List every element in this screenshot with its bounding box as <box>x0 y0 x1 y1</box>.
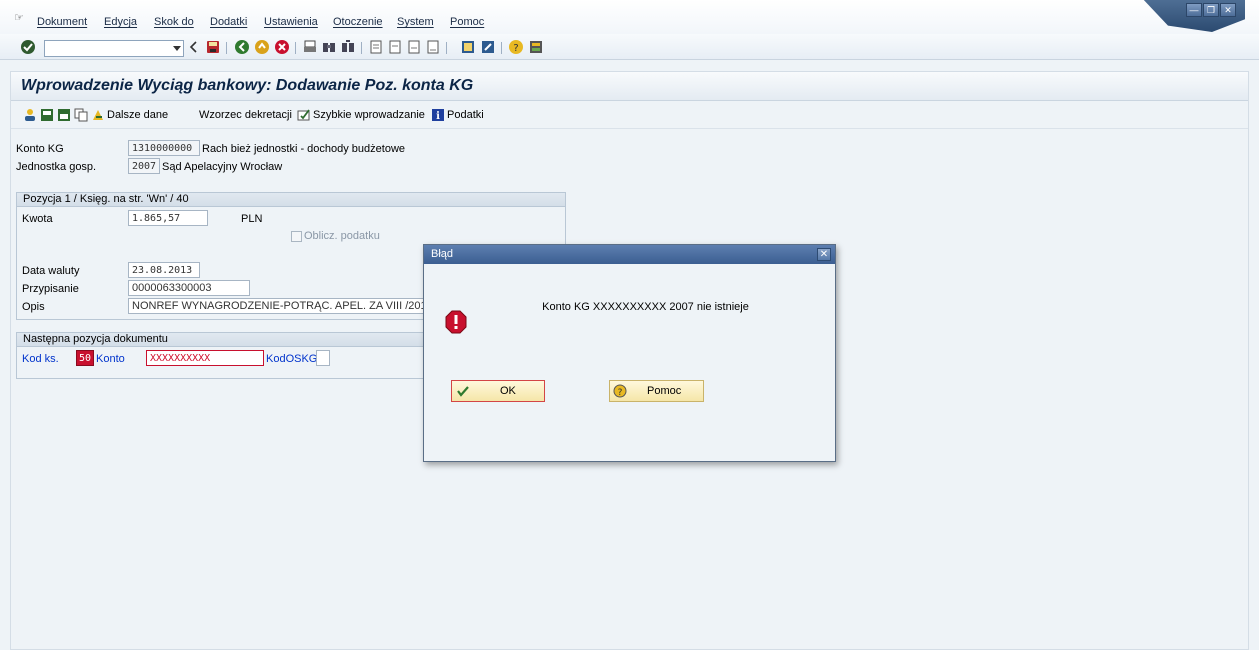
help-icon: ? <box>613 384 627 398</box>
save-icon[interactable] <box>205 39 221 55</box>
svg-text:?: ? <box>618 388 623 398</box>
jednostka-field[interactable]: 2007 <box>128 158 160 174</box>
oblicz-podatku-checkbox[interactable] <box>291 231 302 242</box>
exit-icon[interactable] <box>254 39 270 55</box>
toolbar-separator <box>226 42 227 54</box>
kod-ks-label: Kod ks. <box>22 353 59 365</box>
error-icon <box>445 310 467 334</box>
application-toolbar: Dalsze dane Wzorzec dekretacji Szybkie w… <box>11 101 1248 129</box>
menu-bar: ☞ Dokument Edycja Skok do Dodatki Ustawi… <box>0 0 1259 34</box>
find-next-icon[interactable] <box>340 39 356 55</box>
ok-label: OK <box>500 385 516 397</box>
opis-input[interactable]: NONREF WYNAGRODZENIE-POTRĄC. APEL. ZA VI… <box>128 298 424 314</box>
pomoc-button[interactable]: ? Pomoc <box>609 380 704 402</box>
window-controls: — ❐ ✕ <box>1125 0 1245 34</box>
check-icon <box>457 386 469 397</box>
more-data-icon <box>93 110 103 120</box>
find-icon[interactable] <box>321 39 337 55</box>
previous-page-icon[interactable] <box>387 39 403 55</box>
info-icon: i <box>432 109 444 122</box>
cancel-icon[interactable] <box>274 39 290 55</box>
restore-icon[interactable]: ❐ <box>1203 3 1219 17</box>
jednostka-description: Sąd Apelacyjny Wrocław <box>162 161 283 173</box>
close-icon[interactable]: ✕ <box>817 248 831 261</box>
menu-edycja[interactable]: Edycja <box>104 16 137 28</box>
wzorzec-dekretacji-button[interactable]: Wzorzec dekretacji <box>199 107 292 123</box>
help-icon[interactable]: ? <box>508 39 524 55</box>
title-bar: Wprowadzenie Wyciąg bankowy: Dodawanie P… <box>11 72 1248 101</box>
quick-entry-icon <box>297 109 310 121</box>
pomoc-label: Pomoc <box>647 385 682 397</box>
konto-label: Konto <box>96 353 125 365</box>
back-arrow-small-icon[interactable] <box>186 39 202 55</box>
kodoskg-label: KodOSKG <box>266 353 318 365</box>
last-page-icon[interactable] <box>425 39 441 55</box>
command-field[interactable] <box>44 40 184 57</box>
konto-kg-description: Rach bież jednostki - dochody budżetowe <box>202 143 406 155</box>
chevron-down-icon[interactable] <box>173 46 181 51</box>
kwota-label: Kwota <box>22 213 53 225</box>
menu-pointer-icon[interactable]: ☞ <box>14 11 24 24</box>
przypisanie-input[interactable]: 0000063300003 <box>128 280 250 296</box>
menu-dokument[interactable]: Dokument <box>37 16 87 28</box>
dalsze-dane-button[interactable]: Dalsze dane <box>91 107 168 123</box>
menu-otoczenie[interactable]: Otoczenie <box>333 16 383 28</box>
podatki-button[interactable]: i Podatki <box>431 107 484 123</box>
error-message: Konto KG XXXXXXXXXX 2007 nie istnieje <box>542 301 749 313</box>
menu-ustawienia[interactable]: Ustawienia <box>264 16 318 28</box>
toolbar-separator <box>361 42 362 54</box>
toolbar-separator <box>295 42 296 54</box>
data-waluty-label: Data waluty <box>22 265 80 277</box>
shortcut-icon[interactable] <box>480 39 496 55</box>
menu-system[interactable]: System <box>397 16 434 28</box>
first-page-icon[interactable] <box>368 39 384 55</box>
oblicz-podatku-label: Oblicz. podatku <box>304 230 380 242</box>
standard-toolbar: ? <box>0 34 1259 60</box>
ok-button[interactable]: OK <box>451 380 545 402</box>
menu-skok-do[interactable]: Skok do <box>154 16 194 28</box>
szybkie-wprowadzanie-label: Szybkie wprowadzanie <box>313 109 425 121</box>
kwota-input[interactable]: 1.865,57 <box>128 210 208 226</box>
svg-text:?: ? <box>513 43 518 54</box>
create-session-icon[interactable] <box>460 39 476 55</box>
document-save-icon[interactable] <box>40 107 56 123</box>
dialog-title: Błąd <box>424 245 835 264</box>
menu-pomoc[interactable]: Pomoc <box>450 16 484 28</box>
opis-label: Opis <box>22 301 45 313</box>
enter-check-icon[interactable] <box>20 39 36 55</box>
position-group-title: Pozycja 1 / Księg. na str. 'Wn' / 40 <box>17 193 565 207</box>
back-icon[interactable] <box>234 39 250 55</box>
dalsze-dane-label: Dalsze dane <box>107 109 169 121</box>
page-title: Wprowadzenie Wyciąg bankowy: Dodawanie P… <box>21 77 474 94</box>
layout-menu-icon[interactable] <box>528 39 544 55</box>
error-dialog: Błąd ✕ Konto KG XXXXXXXXXX 2007 nie istn… <box>423 244 836 462</box>
svg-text:i: i <box>436 111 440 122</box>
document-copy-icon[interactable] <box>57 107 73 123</box>
kodoskg-input[interactable] <box>316 350 330 366</box>
user-icon[interactable] <box>23 107 39 123</box>
print-icon[interactable] <box>302 39 318 55</box>
konto-input[interactable]: XXXXXXXXXX <box>146 350 264 366</box>
konto-kg-label: Konto KG <box>16 143 64 155</box>
przypisanie-label: Przypisanie <box>22 283 79 295</box>
copy-icon[interactable] <box>74 107 90 123</box>
data-waluty-input[interactable]: 23.08.2013 <box>128 262 200 278</box>
toolbar-separator <box>446 42 447 54</box>
konto-kg-field[interactable]: 1310000000 <box>128 140 200 156</box>
next-page-icon[interactable] <box>406 39 422 55</box>
szybkie-wprowadzanie-button[interactable]: Szybkie wprowadzanie <box>297 107 425 123</box>
toolbar-separator <box>501 42 502 54</box>
kod-ks-input[interactable]: 50 <box>76 350 94 366</box>
wzorzec-dekretacji-label: Wzorzec dekretacji <box>199 109 292 121</box>
currency-label: PLN <box>241 213 263 225</box>
podatki-label: Podatki <box>447 109 484 121</box>
menu-dodatki[interactable]: Dodatki <box>210 16 247 28</box>
close-window-icon[interactable]: ✕ <box>1220 3 1236 17</box>
minimize-icon[interactable]: — <box>1186 3 1202 17</box>
jednostka-label: Jednostka gosp. <box>16 161 97 173</box>
